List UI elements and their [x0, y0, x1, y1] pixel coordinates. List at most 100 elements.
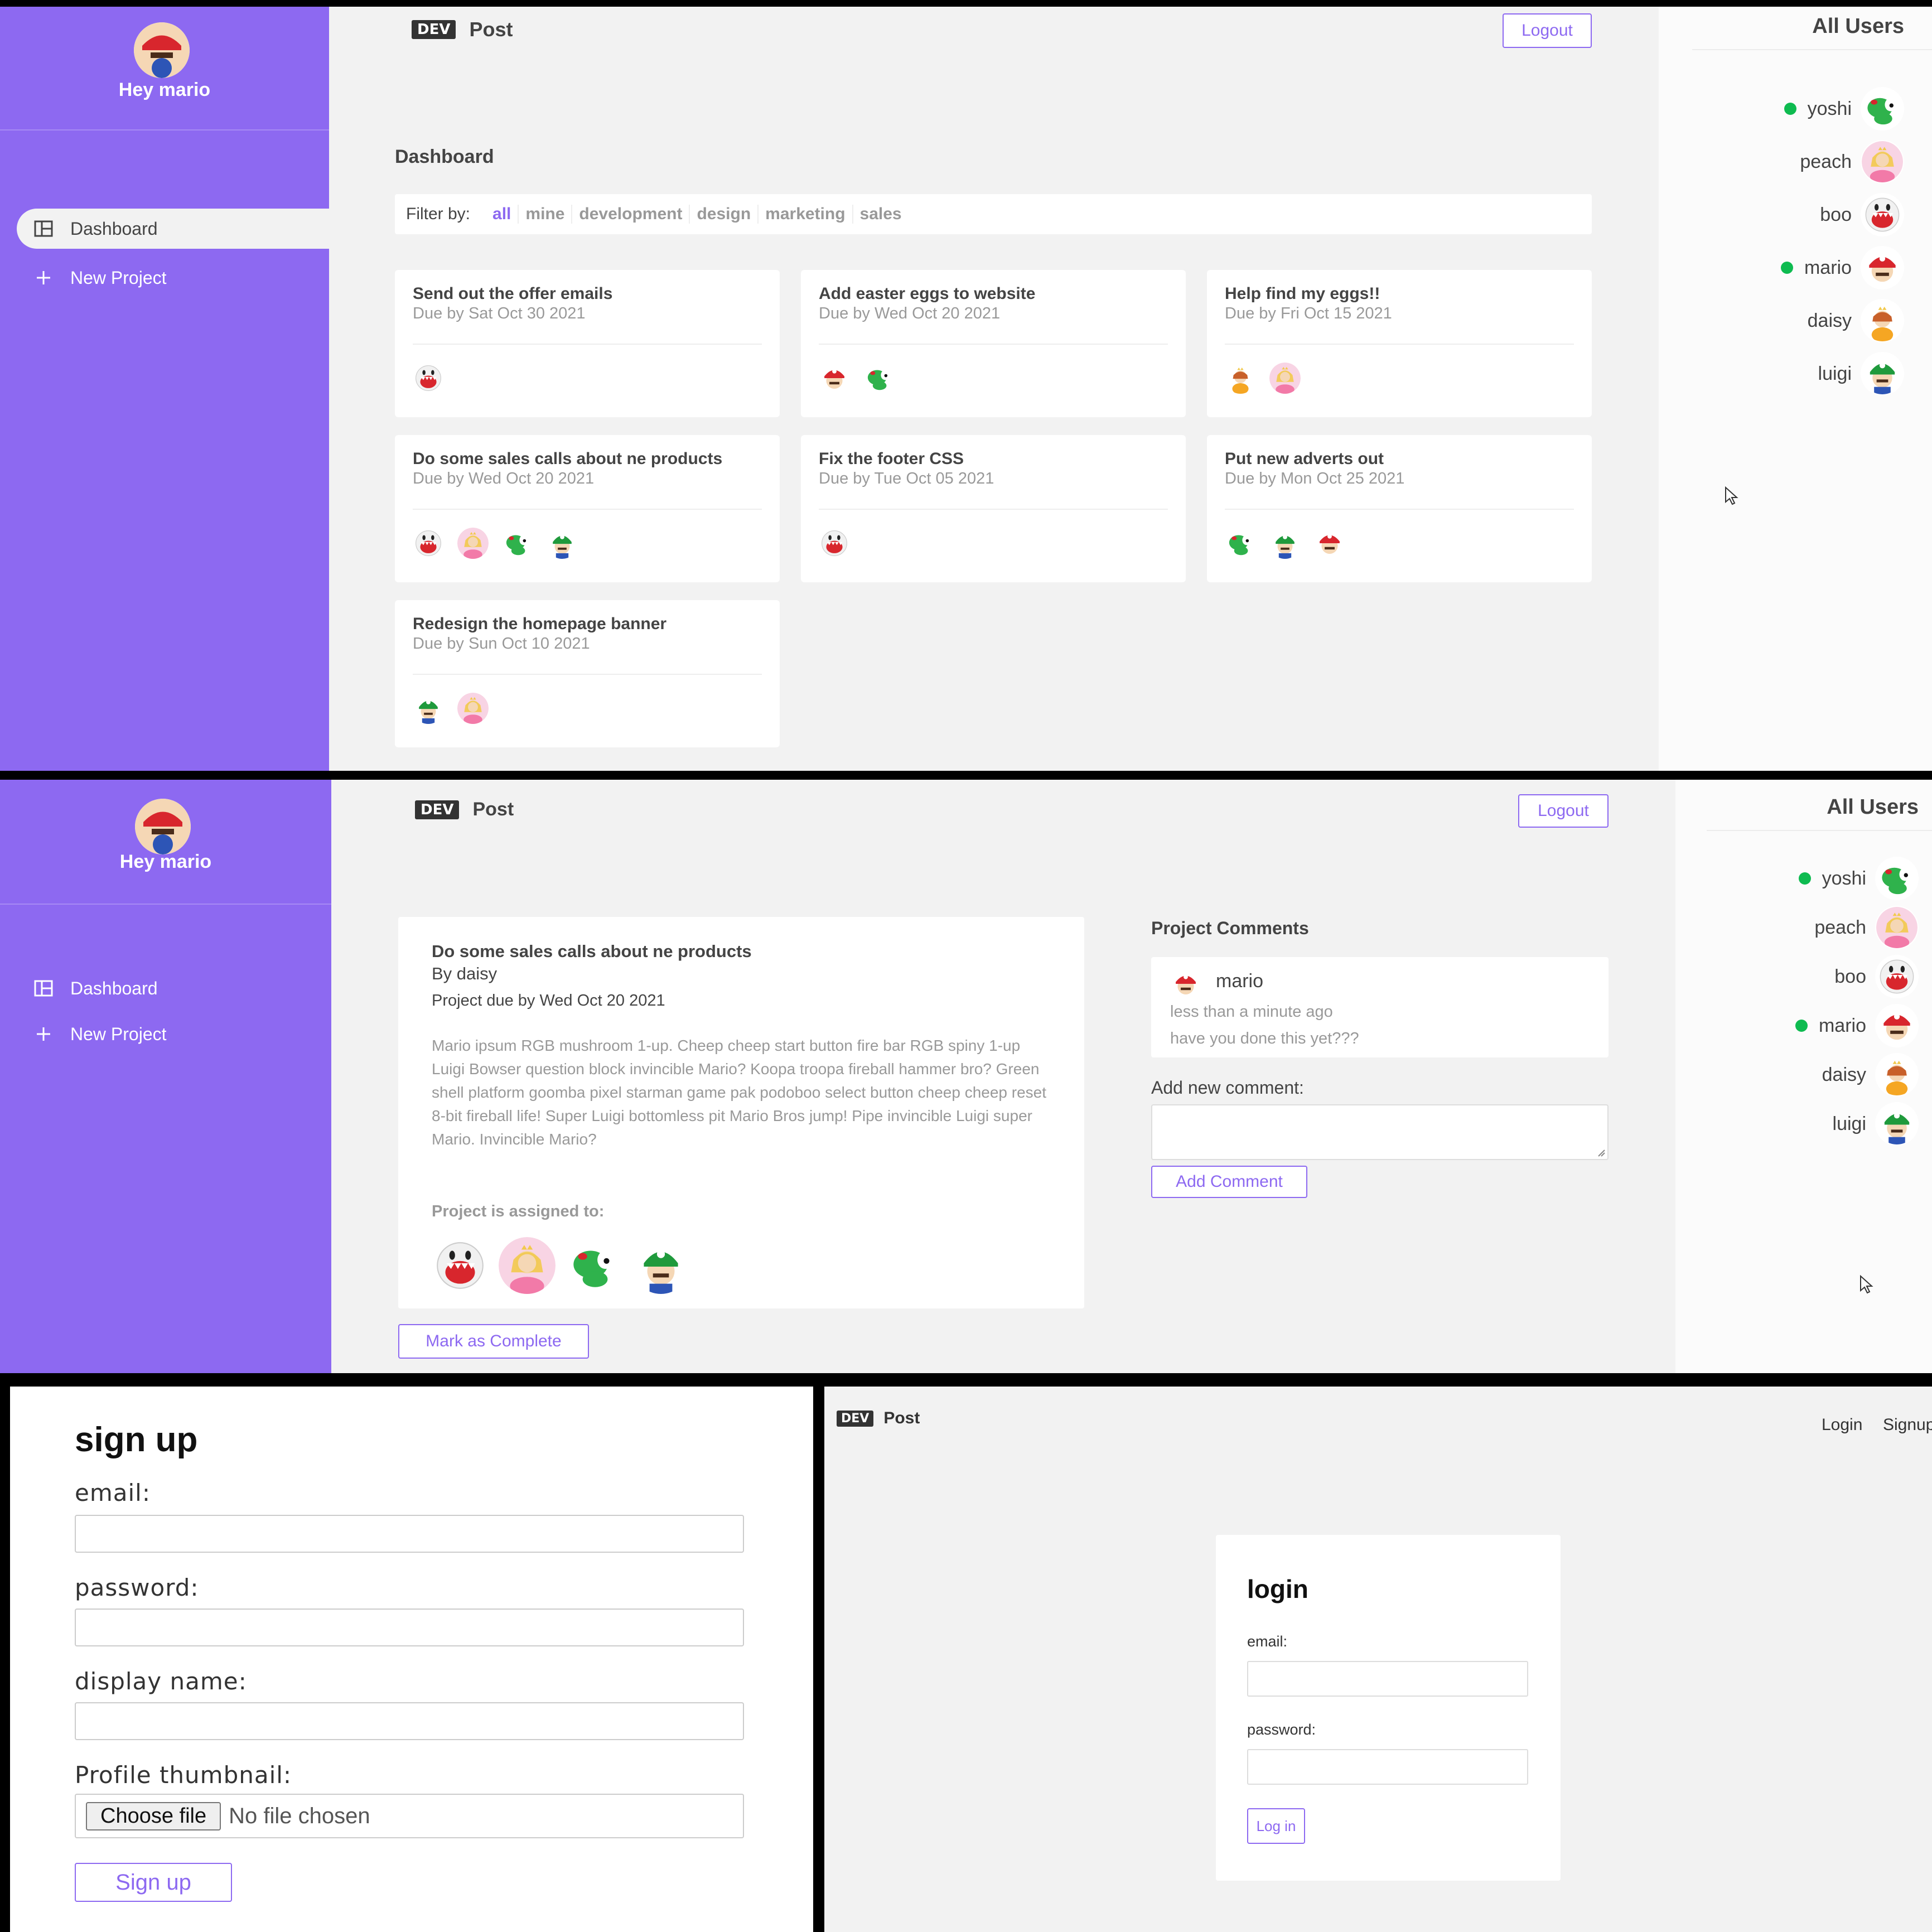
- mark-complete-button[interactable]: Mark as Complete: [398, 1324, 589, 1359]
- avatar-peach: [456, 692, 490, 725]
- project-due: Due by Sat Oct 30 2021: [413, 305, 586, 322]
- signup-button[interactable]: Sign up: [75, 1863, 232, 1902]
- assigned-label: Project is assigned to:: [432, 1202, 605, 1220]
- project-card[interactable]: Do some sales calls about ne products Du…: [395, 435, 780, 582]
- nav-new-project[interactable]: New Project: [17, 258, 329, 298]
- project-details: Do some sales calls about ne products By…: [398, 917, 1084, 1308]
- project-title: Add easter eggs to website: [819, 284, 1036, 303]
- sidebar-user: Hey mario: [0, 780, 331, 905]
- user-avatar: [134, 22, 190, 78]
- user-row: luigi: [1833, 1102, 1919, 1146]
- sidebar: Hey mario Dashboard New Project: [0, 7, 329, 771]
- avatar-yoshi: [1224, 527, 1257, 560]
- dev-logo: DEV: [415, 800, 460, 819]
- nav-new-project[interactable]: New Project: [17, 1014, 331, 1054]
- brand[interactable]: DEV Post: [412, 18, 513, 41]
- thumbnail-file-input: Choose file No file chosen: [75, 1794, 744, 1838]
- avatar-mario: [1170, 968, 1201, 999]
- nav-dashboard-label: Dashboard: [70, 978, 158, 998]
- resize-handle-icon[interactable]: [1596, 1148, 1605, 1157]
- thumbnail-label: Profile thumbnail:: [75, 1761, 292, 1789]
- filter-design[interactable]: design: [690, 205, 759, 224]
- avatar-boo: [818, 527, 851, 560]
- project-card[interactable]: Redesign the homepage banner Due by Sun …: [395, 600, 780, 747]
- avatar-daisy: [1861, 299, 1904, 342]
- filter-development[interactable]: development: [572, 205, 690, 224]
- avatar-mario: [818, 361, 851, 395]
- dev-logo: DEV: [412, 20, 456, 39]
- assigned-avatars: [818, 361, 907, 395]
- avatar-luigi: [632, 1237, 689, 1294]
- user-row: daisy: [1808, 299, 1904, 342]
- add-comment-label: Add new comment:: [1151, 1078, 1304, 1098]
- user-row: mario: [1780, 246, 1904, 289]
- avatar-boo: [412, 361, 445, 395]
- signup-link[interactable]: Signup: [1883, 1416, 1932, 1434]
- project-author: By daisy: [432, 964, 498, 983]
- mouse-cursor-icon: [1725, 486, 1738, 505]
- user-row: yoshi: [1784, 87, 1904, 131]
- divider: [819, 344, 1168, 345]
- avatar-mario: [1313, 527, 1346, 560]
- comment-textarea[interactable]: [1151, 1104, 1609, 1160]
- sidebar-user: Hey mario: [0, 7, 329, 131]
- user-row: luigi: [1818, 352, 1904, 395]
- assigned-avatars: [412, 692, 501, 725]
- user-row: peach: [1800, 140, 1904, 183]
- filter-mine[interactable]: mine: [519, 205, 573, 224]
- avatar-mario: [1861, 246, 1904, 289]
- password-field[interactable]: [1247, 1749, 1528, 1785]
- project-card[interactable]: Send out the offer emails Due by Sat Oct…: [395, 270, 780, 417]
- choose-file-button[interactable]: Choose file: [86, 1801, 221, 1830]
- avatar-boo: [432, 1237, 489, 1294]
- divider: [1225, 509, 1574, 510]
- avatar-peach: [1268, 361, 1302, 395]
- brand[interactable]: DEV Post: [837, 1409, 920, 1428]
- logout-button[interactable]: Logout: [1503, 13, 1592, 48]
- avatar-luigi: [1268, 527, 1302, 560]
- project-card[interactable]: Fix the footer CSS Due by Tue Oct 05 202…: [801, 435, 1186, 582]
- avatar-yoshi: [1861, 87, 1904, 131]
- project-due: Due by Wed Oct 20 2021: [413, 470, 595, 487]
- user-name: luigi: [1818, 363, 1852, 384]
- user-name: yoshi: [1822, 867, 1866, 889]
- nav-dashboard-label: Dashboard: [70, 218, 158, 239]
- project-due: Due by Wed Oct 20 2021: [819, 305, 1001, 322]
- brand-name: Post: [469, 18, 513, 41]
- avatar-luigi: [1861, 352, 1904, 395]
- user-name: mario: [1804, 257, 1852, 278]
- nav-dashboard[interactable]: Dashboard: [17, 209, 329, 249]
- project-card[interactable]: Help find my eggs!! Due by Fri Oct 15 20…: [1207, 270, 1592, 417]
- add-comment-button[interactable]: Add Comment: [1151, 1166, 1307, 1198]
- login-screen: DEV Post Login Signup login email: passw…: [824, 1387, 1932, 1932]
- login-button[interactable]: Log in: [1247, 1808, 1305, 1844]
- avatar-mario: [1875, 1004, 1919, 1047]
- divider: [413, 344, 762, 345]
- project-card[interactable]: Add easter eggs to website Due by Wed Oc…: [801, 270, 1186, 417]
- display-name-label: display name:: [75, 1668, 247, 1695]
- project-title: Do some sales calls about ne products: [432, 941, 752, 961]
- filter-marketing[interactable]: marketing: [759, 205, 853, 224]
- page-title: Dashboard: [395, 146, 494, 167]
- greeting: Hey mario: [119, 851, 212, 872]
- display-name-field[interactable]: [75, 1702, 744, 1740]
- email-label: email:: [75, 1479, 151, 1506]
- login-title: login: [1247, 1574, 1308, 1603]
- assigned-avatars: [412, 527, 590, 560]
- filter-all[interactable]: all: [486, 205, 519, 224]
- filter-sales[interactable]: sales: [853, 205, 909, 224]
- user-name: daisy: [1822, 1064, 1866, 1085]
- email-field[interactable]: [75, 1515, 744, 1553]
- brand[interactable]: DEV Post: [415, 799, 514, 820]
- project-filter: Filter by: all mine development design m…: [395, 194, 1592, 234]
- password-field[interactable]: [75, 1609, 744, 1646]
- email-field[interactable]: [1247, 1661, 1528, 1697]
- login-link[interactable]: Login: [1822, 1416, 1862, 1434]
- dev-logo: DEV: [837, 1410, 874, 1427]
- project-card[interactable]: Put new adverts out Due by Mon Oct 25 20…: [1207, 435, 1592, 582]
- logout-button[interactable]: Logout: [1518, 794, 1609, 828]
- users-panel: All Users yoshi peach boo mario daisy lu…: [1675, 780, 1932, 1373]
- nav-dashboard[interactable]: Dashboard: [17, 968, 331, 1008]
- project-title: Send out the offer emails: [413, 284, 613, 303]
- comment-time: less than a minute ago: [1170, 1003, 1333, 1021]
